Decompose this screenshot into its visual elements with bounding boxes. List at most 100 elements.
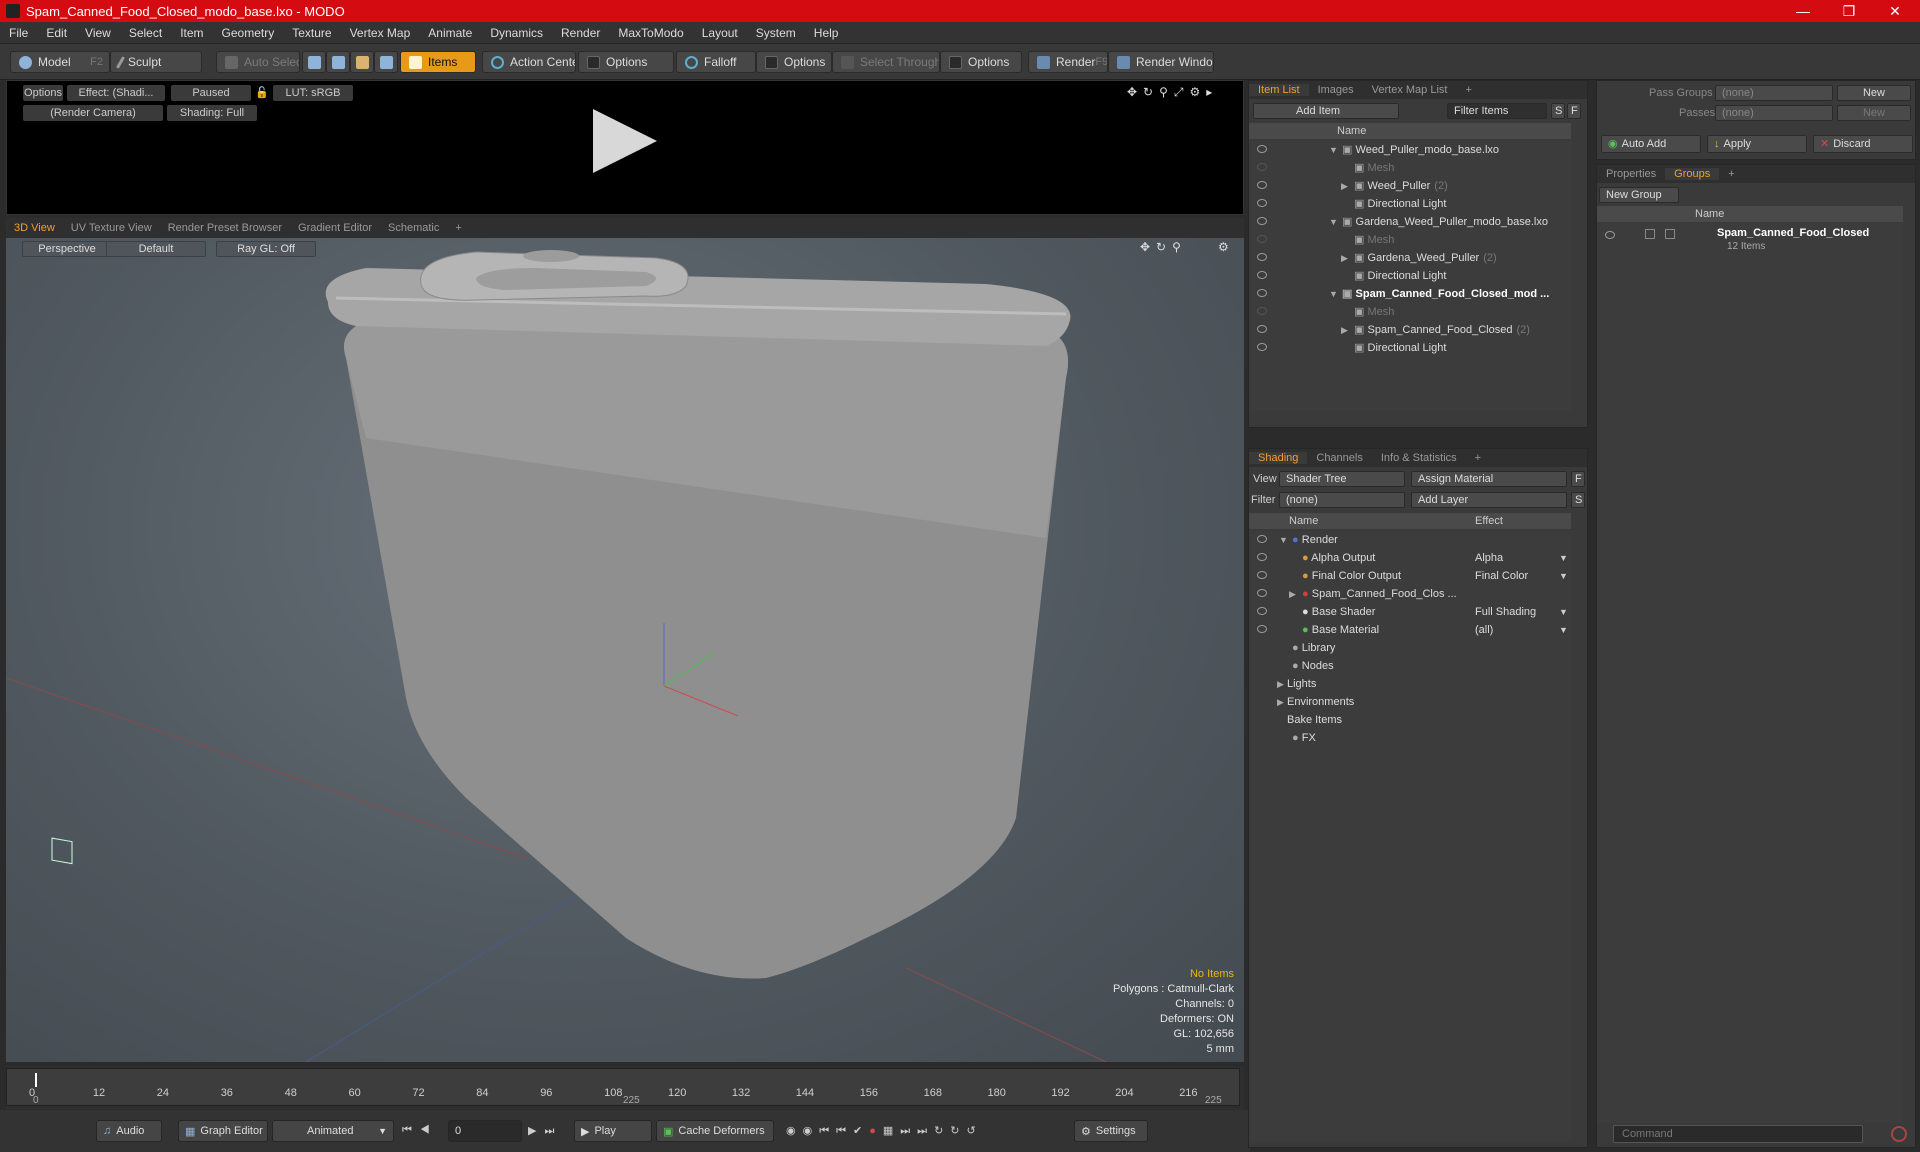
visibility-eye-icon[interactable] (1257, 589, 1267, 597)
visibility-eye-icon[interactable] (1257, 343, 1267, 351)
visibility-eye-icon[interactable] (1257, 553, 1267, 561)
chevron-down-icon[interactable]: ▼ (1559, 549, 1568, 567)
tab-gradient-editor[interactable]: Gradient Editor (290, 222, 380, 234)
visibility-eye-icon[interactable] (1257, 145, 1267, 153)
falloff-button[interactable]: Falloff (676, 51, 756, 73)
action-center-options-button[interactable]: Options (578, 51, 674, 73)
settings-button[interactable]: ⚙ Settings (1074, 1120, 1148, 1142)
visibility-eye-icon[interactable] (1257, 181, 1267, 189)
visibility-eye-icon[interactable] (1257, 289, 1267, 297)
item-list-row[interactable]: ▼ ▣ Spam_Canned_Food_Closed_mod ... (1249, 285, 1571, 303)
menu-texture[interactable]: Texture (283, 26, 340, 40)
shading-s-button[interactable]: S (1571, 492, 1585, 508)
visibility-eye-icon[interactable] (1257, 163, 1267, 171)
visibility-eye-icon[interactable] (1257, 625, 1267, 633)
item-list-row[interactable]: ▣ Mesh (1249, 231, 1571, 249)
tab-3d-view[interactable]: 3D View (6, 222, 63, 234)
item-list-row[interactable]: ▣ Directional Light (1249, 267, 1571, 285)
audio-button[interactable]: ♫ Audio (96, 1120, 162, 1142)
keyframe-tool-icons[interactable]: ◉◉⏮⏮✔●▦⏭⏭↻↻↺ (786, 1124, 983, 1138)
menu-help[interactable]: Help (805, 26, 848, 40)
tab-properties[interactable]: Properties (1597, 168, 1665, 180)
visibility-eye-icon[interactable] (1257, 325, 1267, 333)
item-list-row[interactable]: ▶ ▣ Gardena_Weed_Puller (2) (1249, 249, 1571, 267)
render-button[interactable]: Render F9 (1028, 51, 1108, 73)
select-through-options-button[interactable]: Options (940, 51, 1022, 73)
menu-maxtomodo[interactable]: MaxToModo (609, 26, 692, 40)
menu-item[interactable]: Item (171, 26, 212, 40)
menu-animate[interactable]: Animate (419, 26, 481, 40)
graph-editor-button[interactable]: ▦ Graph Editor (178, 1120, 268, 1142)
shader-tree-row[interactable]: ▶ Lights (1249, 675, 1571, 693)
sculpt-button[interactable]: Sculpt (110, 51, 202, 73)
item-list-row[interactable]: ▼ ▣ Weed_Puller_modo_base.lxo (1249, 141, 1571, 159)
tab-schematic[interactable]: Schematic (380, 222, 447, 234)
tab-info-statistics[interactable]: Info & Statistics (1372, 452, 1466, 464)
vertices-mode-button[interactable] (302, 51, 326, 73)
shader-tree-row[interactable]: ▼ ● Render (1249, 531, 1571, 549)
play-icon[interactable] (593, 109, 657, 173)
render-window-button[interactable]: Render Window (1108, 51, 1214, 73)
visibility-eye-icon[interactable] (1257, 199, 1267, 207)
minimize-icon[interactable]: — (1780, 0, 1826, 22)
visibility-eye-icon[interactable] (1257, 253, 1267, 261)
falloff-options-button[interactable]: Options (756, 51, 832, 73)
tab-render-preset-browser[interactable]: Render Preset Browser (160, 222, 290, 234)
menu-view[interactable]: View (76, 26, 120, 40)
expand-arrow-icon[interactable]: ▶ (1341, 249, 1351, 267)
transport-forward-icons[interactable]: ▶⏭ (528, 1124, 562, 1138)
expand-arrow-icon[interactable]: ▼ (1329, 213, 1339, 231)
restore-icon[interactable]: ❐ (1826, 0, 1872, 22)
shader-tree-row[interactable]: ● FX (1249, 729, 1571, 747)
item-list-row[interactable]: ▣ Directional Light (1249, 195, 1571, 213)
preview-paused-button[interactable]: Paused (171, 85, 251, 101)
item-list-row[interactable]: ▼ ▣ Gardena_Weed_Puller_modo_base.lxo (1249, 213, 1571, 231)
discard-button[interactable]: ✕ Discard (1813, 135, 1913, 153)
model-button[interactable]: Model F2 (10, 51, 110, 73)
3d-viewport[interactable]: Perspective Default Ray GL: Off ✥↻⚲ ⚙ No… (6, 238, 1244, 1062)
visibility-eye-icon[interactable] (1257, 535, 1267, 543)
filter-dropdown[interactable]: (none) (1279, 492, 1405, 508)
edges-mode-button[interactable] (326, 51, 350, 73)
effect-dropdown[interactable]: Alpha (1475, 549, 1503, 567)
preview-camera-dropdown[interactable]: (Render Camera) (23, 105, 163, 121)
shader-tree-row[interactable]: ● Base Material (all) ▼ (1249, 621, 1571, 639)
visibility-eye-icon[interactable] (1257, 607, 1267, 615)
transport-back-icons[interactable]: ⏮◀ (402, 1124, 438, 1137)
chevron-down-icon[interactable]: ▼ (1559, 603, 1568, 621)
auto-select-button[interactable]: Auto Select (216, 51, 300, 73)
item-list-row[interactable]: ▶ ▣ Spam_Canned_Food_Closed (2) (1249, 321, 1571, 339)
items-mode-button[interactable]: Items (400, 51, 476, 73)
chevron-down-icon[interactable]: ▼ (1559, 621, 1568, 639)
item-list-row[interactable]: ▣ Mesh (1249, 159, 1571, 177)
menu-dynamics[interactable]: Dynamics (481, 26, 552, 40)
shader-tree-row[interactable]: ● Base Shader Full Shading ▼ (1249, 603, 1571, 621)
preview-shading-dropdown[interactable]: Shading: Full (167, 105, 257, 121)
menu-select[interactable]: Select (120, 26, 171, 40)
lock-icon[interactable]: 🔓 (255, 85, 269, 101)
shader-tree-row[interactable]: ● Final Color Output Final Color ▼ (1249, 567, 1571, 585)
preview-effect-dropdown[interactable]: Effect: (Shadi... (67, 85, 165, 101)
shading-f-button[interactable]: F (1571, 471, 1585, 487)
record-icon[interactable]: ● (869, 1125, 883, 1137)
assign-material-button[interactable]: Assign Material (1411, 471, 1567, 487)
group-checkbox-2[interactable] (1665, 229, 1675, 239)
tab-groups[interactable]: Groups (1665, 168, 1720, 180)
expand-arrow-icon[interactable]: ▶ (1277, 675, 1287, 693)
new-group-button[interactable]: New Group (1599, 187, 1679, 203)
effect-dropdown[interactable]: Full Shading (1475, 603, 1536, 621)
menu-geometry[interactable]: Geometry (213, 26, 284, 40)
expand-arrow-icon[interactable]: ▶ (1341, 177, 1351, 195)
action-center-button[interactable]: Action Center (482, 51, 576, 73)
group-checkbox[interactable] (1645, 229, 1655, 239)
apply-button[interactable]: ↓ Apply (1707, 135, 1807, 153)
visibility-eye-icon[interactable] (1257, 271, 1267, 279)
visibility-eye-icon[interactable] (1257, 571, 1267, 579)
preview-nav-icons[interactable]: ✥↻⚲⤢⚙▸ (1127, 85, 1218, 100)
cache-deformers-button[interactable]: ▣ Cache Deformers (656, 1120, 774, 1142)
select-through-button[interactable]: Select Through (832, 51, 940, 73)
menu-system[interactable]: System (747, 26, 805, 40)
menu-layout[interactable]: Layout (693, 26, 747, 40)
polygons-mode-button[interactable] (350, 51, 374, 73)
item-list-row[interactable]: ▣ Directional Light (1249, 339, 1571, 357)
